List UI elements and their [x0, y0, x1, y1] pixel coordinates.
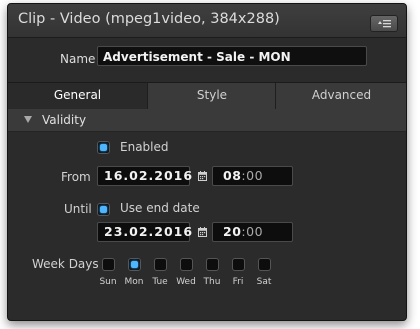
weekday-thu-checkbox[interactable] [206, 258, 219, 271]
use-end-date-label: Use end date [120, 201, 200, 215]
panel-title: Clip - Video (mpeg1video, 384x288) [18, 11, 280, 27]
from-date-value: 16.02.2016 [104, 168, 194, 183]
until-time-field[interactable]: 20:00 [212, 222, 293, 242]
until-time-hour: 20 [223, 224, 242, 239]
until-time-minutes: :00 [241, 224, 264, 239]
weekday-sun-checkbox[interactable] [102, 258, 115, 271]
weekday-wed-checkbox[interactable] [180, 258, 193, 271]
from-label: From [61, 170, 91, 184]
enabled-label: Enabled [120, 140, 169, 154]
until-date-field[interactable]: 23.02.2016 [97, 222, 194, 242]
clip-properties-panel: Clip - Video (mpeg1video, 384x288) Name … [7, 3, 407, 321]
validity-section-label: Validity [42, 113, 87, 127]
enabled-checkbox[interactable] [97, 141, 110, 154]
name-input[interactable]: Advertisement - Sale - MON [97, 46, 367, 66]
tab-advanced[interactable]: Advanced [275, 83, 406, 109]
tab-style[interactable]: Style [147, 83, 276, 109]
calendar-icon[interactable] [198, 171, 207, 181]
tab-bar: General Style Advanced [8, 82, 406, 110]
weekday-mon-checkbox[interactable] [128, 258, 141, 271]
from-time-minutes: :00 [241, 168, 264, 183]
week-days-label: Week Days [32, 257, 99, 271]
until-date-value: 23.02.2016 [104, 224, 194, 239]
calendar-icon[interactable] [198, 227, 207, 237]
use-end-date-checkbox[interactable] [97, 203, 110, 216]
weekday-fri-checkbox[interactable] [232, 258, 245, 271]
weekday-tue-checkbox[interactable] [154, 258, 167, 271]
validity-section-header[interactable]: Validity [8, 109, 406, 132]
from-time-field[interactable]: 08:00 [212, 166, 293, 186]
tab-general[interactable]: General [8, 83, 147, 109]
name-label: Name [60, 52, 96, 66]
weekday-sat-checkbox[interactable] [258, 258, 271, 271]
from-time-hour: 08 [223, 168, 242, 183]
panel-menu-button[interactable] [370, 15, 398, 32]
from-date-field[interactable]: 16.02.2016 [97, 166, 194, 186]
panel-titlebar: Clip - Video (mpeg1video, 384x288) [8, 4, 406, 38]
menu-list-icon [378, 20, 391, 28]
until-label: Until [64, 202, 92, 216]
weekday-sat-label: Sat [256, 277, 272, 287]
triangle-down-icon [24, 116, 32, 123]
